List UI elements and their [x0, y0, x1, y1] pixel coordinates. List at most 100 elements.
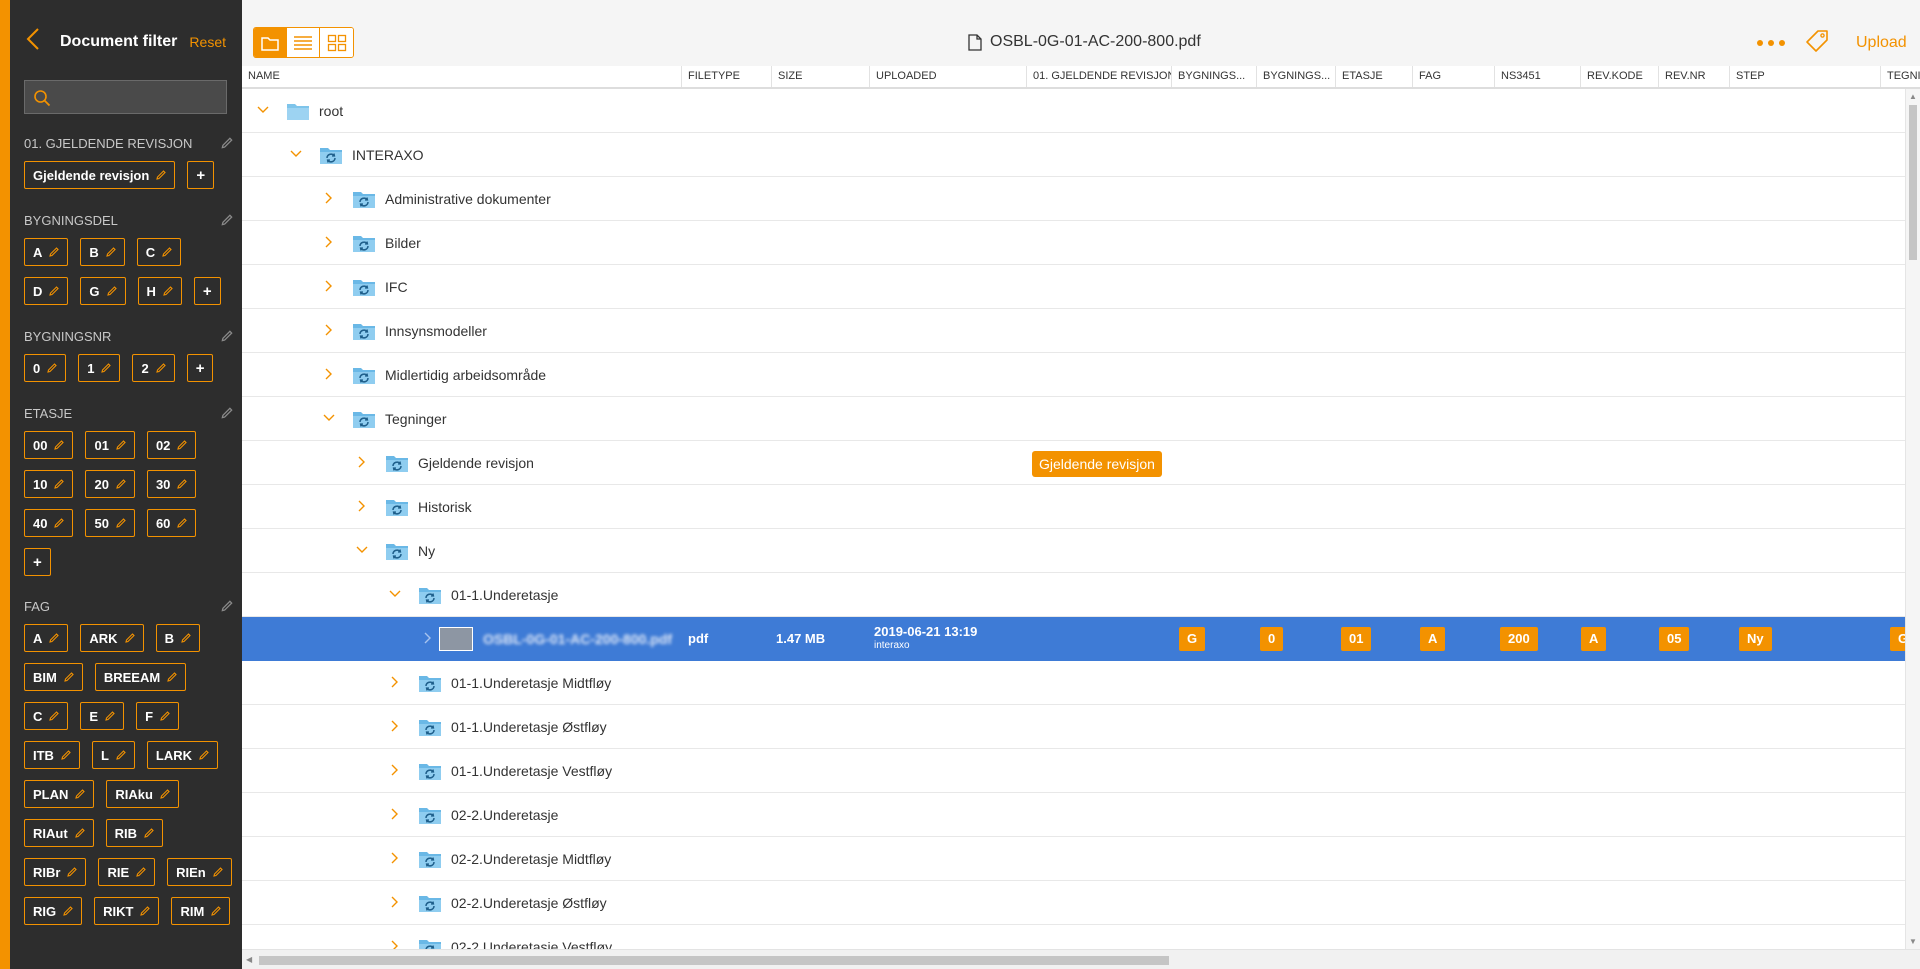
- filter-search-input[interactable]: [59, 81, 219, 113]
- chevron-right-icon[interactable]: [421, 631, 435, 645]
- edit-chip-pencil-icon[interactable]: [149, 362, 167, 374]
- folder-row[interactable]: 02-2.Underetasje Vestfløy: [242, 925, 1905, 949]
- more-options-icon[interactable]: [1755, 33, 1787, 53]
- vertical-scroll-thumb[interactable]: [1909, 105, 1917, 260]
- filter-chip[interactable]: LARK: [146, 741, 219, 769]
- folder-row[interactable]: root: [242, 89, 1905, 133]
- filter-chip[interactable]: 2: [132, 354, 175, 382]
- folder-name[interactable]: 01-1.Underetasje Østfløy: [451, 719, 607, 735]
- edit-chip-pencil-icon[interactable]: [42, 710, 60, 722]
- chevron-right-icon[interactable]: [322, 279, 336, 293]
- edit-chip-pencil-icon[interactable]: [47, 478, 65, 490]
- edit-chip-pencil-icon[interactable]: [42, 246, 60, 258]
- edit-chip-pencil-icon[interactable]: [94, 362, 112, 374]
- folder-name[interactable]: root: [319, 103, 343, 119]
- edit-chip-pencil-icon[interactable]: [47, 517, 65, 529]
- chevron-right-icon[interactable]: [388, 675, 402, 689]
- folder-name[interactable]: 02-2.Underetasje Østfløy: [451, 895, 607, 911]
- file-name[interactable]: OSBL-0G-01-AC-200-800.pdf: [483, 631, 672, 647]
- edit-chip-pencil-icon[interactable]: [170, 517, 188, 529]
- filter-chip[interactable]: 20: [85, 470, 135, 498]
- scroll-up-icon[interactable]: ▲: [1909, 92, 1917, 101]
- folder-name[interactable]: Ny: [418, 543, 435, 559]
- edit-chip-pencil-icon[interactable]: [149, 169, 167, 181]
- filter-chip[interactable]: RIAku: [106, 780, 179, 808]
- folder-view-button[interactable]: [254, 28, 287, 57]
- edit-chip-pencil-icon[interactable]: [109, 439, 127, 451]
- column-header[interactable]: BYGNINGS...: [1257, 66, 1336, 87]
- edit-chip-pencil-icon[interactable]: [133, 905, 151, 917]
- edit-chip-pencil-icon[interactable]: [153, 710, 171, 722]
- filter-chip[interactable]: C: [24, 702, 69, 730]
- folder-row[interactable]: Historisk: [242, 485, 1905, 529]
- folder-name[interactable]: Midlertidig arbeidsområde: [385, 367, 546, 383]
- upload-button[interactable]: Upload: [1856, 34, 1907, 52]
- folder-name[interactable]: 02-2.Underetasje Vestfløy: [451, 939, 612, 949]
- horizontal-scrollbar[interactable]: ◀: [242, 949, 1920, 969]
- edit-chip-pencil-icon[interactable]: [170, 478, 188, 490]
- folder-row[interactable]: IFC: [242, 265, 1905, 309]
- edit-chip-pencil-icon[interactable]: [192, 749, 210, 761]
- reset-button[interactable]: Reset: [189, 34, 226, 50]
- edit-chip-pencil-icon[interactable]: [47, 439, 65, 451]
- edit-section-pencil-icon[interactable]: [220, 599, 234, 613]
- folder-name[interactable]: Historisk: [418, 499, 472, 515]
- edit-chip-pencil-icon[interactable]: [56, 905, 74, 917]
- filter-chip[interactable]: RIAut: [24, 819, 94, 847]
- folder-name[interactable]: Administrative dokumenter: [385, 191, 551, 207]
- edit-chip-pencil-icon[interactable]: [109, 749, 127, 761]
- column-header[interactable]: STEP: [1730, 66, 1881, 87]
- filter-chip[interactable]: A: [24, 624, 69, 652]
- edit-chip-pencil-icon[interactable]: [153, 788, 171, 800]
- edit-chip-pencil-icon[interactable]: [100, 285, 118, 297]
- edit-section-pencil-icon[interactable]: [220, 136, 234, 150]
- folder-name[interactable]: 02-2.Underetasje Midtfløy: [451, 851, 611, 867]
- edit-chip-pencil-icon[interactable]: [40, 362, 58, 374]
- edit-chip-pencil-icon[interactable]: [42, 285, 60, 297]
- filter-chip[interactable]: ITB: [24, 741, 80, 769]
- edit-section-pencil-icon[interactable]: [220, 213, 234, 227]
- filter-chip[interactable]: 10: [24, 470, 74, 498]
- chevron-right-icon[interactable]: [388, 719, 402, 733]
- filter-chip[interactable]: RIBr: [24, 858, 87, 886]
- filter-chip[interactable]: RIKT: [94, 897, 160, 925]
- filter-chip[interactable]: B: [155, 624, 200, 652]
- chevron-down-icon[interactable]: [388, 587, 402, 601]
- column-header[interactable]: UPLOADED: [870, 66, 1027, 87]
- chevron-right-icon[interactable]: [322, 235, 336, 249]
- column-header[interactable]: NAME: [242, 66, 682, 87]
- file-row[interactable]: OSBL-0G-01-AC-200-800.pdf pdf 1.47 MB 2019-…: [242, 617, 1905, 661]
- column-header[interactable]: TEGNI: [1881, 66, 1920, 87]
- chevron-right-icon[interactable]: [388, 851, 402, 865]
- add-filter-button[interactable]: +: [193, 277, 221, 305]
- edit-chip-pencil-icon[interactable]: [206, 866, 224, 878]
- list-view-button[interactable]: [287, 28, 320, 57]
- filter-chip[interactable]: F: [136, 702, 180, 730]
- chevron-right-icon[interactable]: [322, 367, 336, 381]
- folder-row[interactable]: Innsynsmodeller: [242, 309, 1905, 353]
- filter-chip[interactable]: 60: [146, 509, 197, 537]
- column-header[interactable]: 01. GJELDENDE REVISJON: [1027, 66, 1172, 87]
- edit-chip-pencil-icon[interactable]: [99, 246, 117, 258]
- column-header[interactable]: SIZE: [772, 66, 870, 87]
- folder-name[interactable]: INTERAXO: [352, 147, 424, 163]
- folder-name[interactable]: IFC: [385, 279, 408, 295]
- edit-chip-pencil-icon[interactable]: [160, 671, 178, 683]
- chevron-down-icon[interactable]: [355, 543, 369, 557]
- edit-chip-pencil-icon[interactable]: [98, 710, 116, 722]
- folder-row[interactable]: 01-1.Underetasje Midtfløy: [242, 661, 1905, 705]
- chevron-right-icon[interactable]: [388, 939, 402, 949]
- folder-row[interactable]: Bilder: [242, 221, 1905, 265]
- folder-row[interactable]: Gjeldende revisjon Gjeldende revisjon: [242, 441, 1905, 485]
- filter-chip[interactable]: H: [137, 277, 182, 305]
- filter-chip[interactable]: 1: [78, 354, 121, 382]
- filter-chip[interactable]: 00: [24, 431, 74, 459]
- filter-chip[interactable]: B: [80, 238, 125, 266]
- filter-chip[interactable]: 0: [24, 354, 67, 382]
- folder-row[interactable]: INTERAXO: [242, 133, 1905, 177]
- edit-section-pencil-icon[interactable]: [220, 329, 234, 343]
- folder-row[interactable]: 01-1.Underetasje Vestfløy: [242, 749, 1905, 793]
- tag-icon[interactable]: [1805, 29, 1829, 53]
- edit-chip-pencil-icon[interactable]: [68, 788, 86, 800]
- folder-row[interactable]: 01-1.Underetasje: [242, 573, 1905, 617]
